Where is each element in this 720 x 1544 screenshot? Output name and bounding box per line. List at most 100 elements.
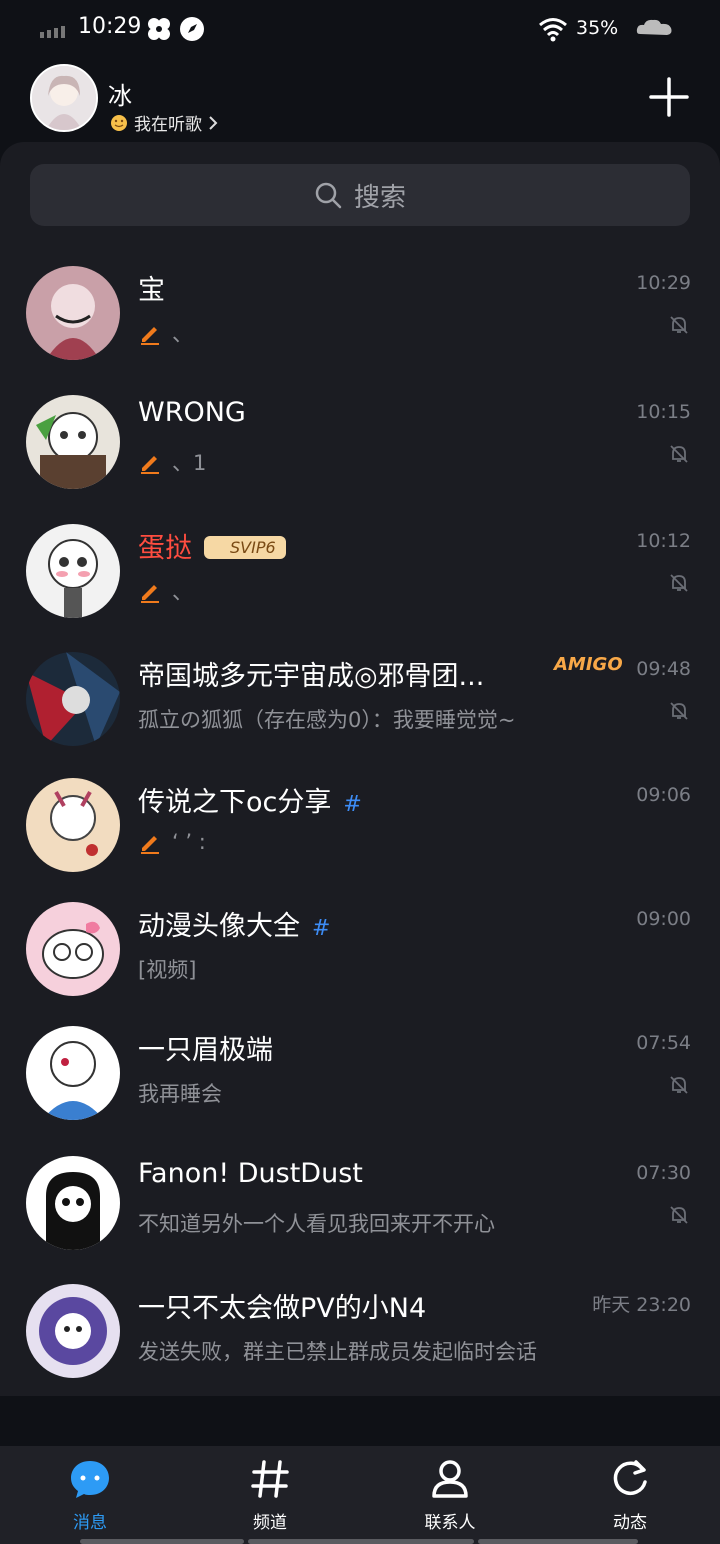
conversation-row[interactable]: 动漫头像大全 # [视频] 09:00 xyxy=(0,888,720,1016)
conversation-time: 10:29 xyxy=(636,272,691,294)
nav-messages[interactable]: 消息 xyxy=(30,1458,150,1533)
preview-text: 我再睡会 xyxy=(138,1082,222,1106)
nav-label: 动态 xyxy=(613,1513,647,1533)
conversation-name: 一只不太会做PV的小N4 xyxy=(138,1293,427,1324)
avatar xyxy=(26,652,120,746)
conversation-name: 蛋挞 SVIP6 xyxy=(138,526,286,565)
conversation-row[interactable]: 一只不太会做PV的小N4 发送失败，群主已禁止群成员发起临时会话 昨天 23:2… xyxy=(0,1270,720,1398)
avatar xyxy=(26,524,120,618)
conversation-name: WRONG xyxy=(138,397,246,428)
conversation-name: Fanon! DustDust xyxy=(138,1158,363,1189)
search-icon xyxy=(315,182,342,209)
preview-text: 、 xyxy=(172,322,193,346)
channel-name: 传说之下oc分享 xyxy=(138,787,332,818)
conversation-preview: 孤立の狐狐（存在感为0）：我要睡觉觉~ xyxy=(138,704,515,734)
conversation-name: 动漫头像大全 # xyxy=(138,904,330,943)
user-status[interactable]: 我在听歌 xyxy=(110,110,218,135)
chat-bubble-icon xyxy=(71,1461,109,1498)
conversation-preview: ‘ ’ : xyxy=(138,830,206,854)
conversation-preview: 我再睡会 xyxy=(138,1078,222,1108)
conversation-time: 07:30 xyxy=(636,1162,691,1184)
conversation-preview: 、 xyxy=(138,576,193,606)
user-name[interactable]: 冰 xyxy=(108,76,132,111)
amigo-tag: AMIGO xyxy=(554,654,623,675)
conversation-time: 07:54 xyxy=(636,1032,691,1054)
conversation-preview: [视频] xyxy=(138,954,196,984)
mute-bell-icon xyxy=(670,574,688,592)
channel-hashtag-icon: # xyxy=(312,916,331,941)
gesture-bar xyxy=(80,1539,244,1544)
person-icon xyxy=(432,1460,468,1498)
mute-bell-icon xyxy=(670,445,688,463)
svip-badge: SVIP6 xyxy=(204,536,286,559)
conversation-time: 昨天 23:20 xyxy=(592,1294,691,1316)
gesture-bar xyxy=(248,1539,474,1544)
vip-name: 蛋挞 xyxy=(138,533,192,564)
status-bar: 10:29 35% xyxy=(0,0,720,60)
user-status-text: 我在听歌 xyxy=(134,115,202,135)
profile-avatar[interactable] xyxy=(30,64,98,132)
nav-channels[interactable]: 频道 xyxy=(210,1458,330,1533)
preview-text: [视频] xyxy=(138,958,197,982)
channel-hashtag-icon: # xyxy=(343,792,362,817)
conversation-time: 09:00 xyxy=(636,908,691,930)
nav-label: 联系人 xyxy=(424,1513,476,1533)
preview-text: 、1 xyxy=(172,451,207,475)
mute-bell-icon xyxy=(670,1076,688,1094)
preview-text: 、 xyxy=(172,580,193,604)
preview-text: 孤立の狐狐（存在感为0）：我要睡觉觉~ xyxy=(138,708,516,732)
nav-label: 消息 xyxy=(73,1513,107,1533)
draft-pencil-icon xyxy=(141,327,159,345)
gesture-bar xyxy=(478,1539,638,1544)
conversation-name: 帝国城多元宇宙成◎邪骨团... xyxy=(138,661,485,692)
nav-label: 频道 xyxy=(253,1513,287,1533)
draft-pencil-icon xyxy=(141,456,159,474)
smile-emoji-icon xyxy=(111,114,127,131)
search-placeholder: 搜索 xyxy=(353,182,406,213)
preview-text: 发送失败，群主已禁止群成员发起临时会话 xyxy=(138,1340,537,1364)
conversation-time: 09:48 xyxy=(636,658,691,680)
conversation-row[interactable]: WRONG 、1 10:15 xyxy=(0,381,720,509)
channel-name: 动漫头像大全 xyxy=(138,911,300,942)
compass-icon xyxy=(180,17,204,41)
draft-pencil-icon xyxy=(141,836,159,854)
avatar xyxy=(26,1156,120,1250)
mute-bell-icon xyxy=(670,1206,688,1224)
avatar xyxy=(26,778,120,872)
conversation-row[interactable]: 传说之下oc分享 # ‘ ’ : 09:06 xyxy=(0,764,720,892)
conversation-preview: 不知道另外一个人看见我回来开不开心 xyxy=(138,1208,495,1238)
mute-bell-icon xyxy=(670,316,688,334)
status-time: 10:29 xyxy=(78,14,142,39)
conversation-row[interactable]: 蛋挞 SVIP6 、 10:12 xyxy=(0,510,720,638)
chevron-right-icon xyxy=(209,115,218,130)
signal-icon xyxy=(40,26,65,38)
conversation-row[interactable]: 宝 、 10:29 xyxy=(0,252,720,380)
conversation-time: 09:06 xyxy=(636,784,691,806)
mute-bell-icon xyxy=(670,702,688,720)
avatar xyxy=(26,266,120,360)
nav-moments[interactable]: 动态 xyxy=(570,1458,690,1533)
search-bar[interactable]: 搜索 xyxy=(30,164,690,226)
hashtag-icon xyxy=(251,1460,289,1498)
battery-icon xyxy=(636,19,672,35)
conversation-row[interactable]: 帝国城多元宇宙成◎邪骨团... AMIGO 孤立の狐狐（存在感为0）：我要睡觉觉… xyxy=(0,638,720,766)
conversation-time: 10:12 xyxy=(636,530,691,552)
conversation-preview: 发送失败，群主已禁止群成员发起临时会话 xyxy=(138,1336,537,1366)
add-button[interactable] xyxy=(648,76,690,118)
fan-icon xyxy=(148,18,170,40)
preview-text: 不知道另外一个人看见我回来开不开心 xyxy=(138,1212,495,1236)
conversation-preview: 、1 xyxy=(138,447,206,477)
conversation-row[interactable]: 一只眉极端 我再睡会 07:54 xyxy=(0,1012,720,1140)
preview-text: ‘ ’ : xyxy=(172,830,206,854)
conversation-row[interactable]: Fanon! DustDust 不知道另外一个人看见我回来开不开心 07:30 xyxy=(0,1142,720,1270)
nav-contacts[interactable]: 联系人 xyxy=(390,1458,510,1533)
avatar xyxy=(26,1026,120,1120)
wifi-icon xyxy=(539,18,567,42)
conversation-preview: 、 xyxy=(138,318,193,348)
conversation-time: 10:15 xyxy=(636,401,691,423)
conversation-name: 宝 xyxy=(138,275,165,306)
avatar xyxy=(26,902,120,996)
header: 冰 我在听歌 xyxy=(0,60,720,140)
bottom-nav: 消息 频道 联系人 动态 xyxy=(0,1446,720,1544)
draft-pencil-icon xyxy=(141,585,159,603)
